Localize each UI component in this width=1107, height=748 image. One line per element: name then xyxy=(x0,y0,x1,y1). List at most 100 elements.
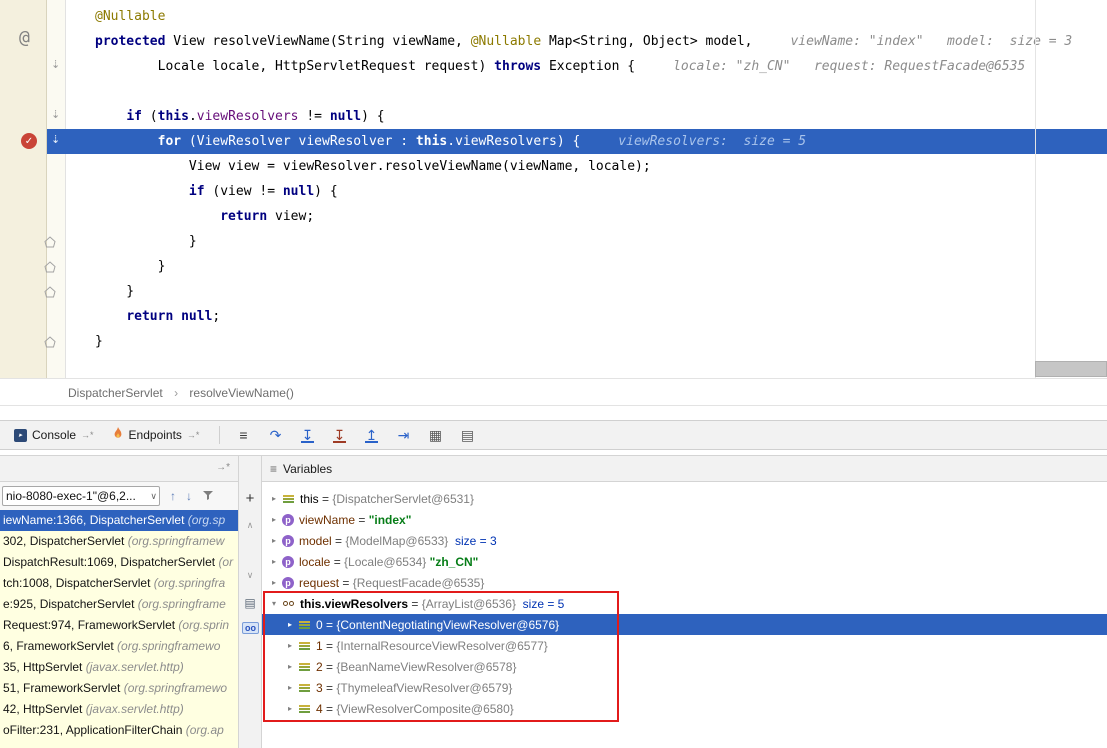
expand-arrow-icon[interactable]: ▸ xyxy=(284,641,296,650)
tab-endpoints[interactable]: Endpoints →* xyxy=(106,423,206,447)
variable-row[interactable]: ▸2 = {BeanNameViewResolver@6578} xyxy=(262,656,1107,677)
variable-row[interactable]: ▸1 = {InternalResourceViewResolver@6577} xyxy=(262,635,1107,656)
expand-arrow-icon[interactable]: ▸ xyxy=(268,536,280,545)
code-line[interactable]: if (this.viewResolvers != null) { xyxy=(47,104,1107,129)
code-segment: View resolveViewName(String viewName, xyxy=(165,34,470,49)
variable-row[interactable]: ▸3 = {ThymeleafViewResolver@6579} xyxy=(262,677,1107,698)
stack-frame-row[interactable]: 42, HttpServlet (javax.servlet.http) xyxy=(0,699,238,720)
variable-row[interactable]: ▾this.viewResolvers = {ArrayList@6536} s… xyxy=(262,593,1107,614)
expand-arrow-icon[interactable]: ▸ xyxy=(268,494,280,503)
expand-arrow-icon[interactable]: ▸ xyxy=(284,662,296,671)
run-to-cursor-icon[interactable]: ⇥ xyxy=(394,427,412,444)
expand-arrow-icon[interactable]: ▸ xyxy=(284,683,296,692)
code-line[interactable]: return view; xyxy=(47,204,1107,229)
fold-arrow-icon[interactable]: ⇣ xyxy=(51,108,60,121)
scroll-down-icon[interactable]: ∨ xyxy=(239,570,261,581)
frame-package: (javax.servlet.http) xyxy=(86,660,184,674)
run-to-cursor-icon: ⇥ xyxy=(398,427,410,443)
code-segment: View view = viewResolver.resolveViewName… xyxy=(95,159,651,174)
code-line[interactable]: } xyxy=(47,229,1107,254)
add-watch-icon[interactable]: + xyxy=(239,490,261,507)
next-frame-icon[interactable]: ↓ xyxy=(186,489,192,503)
equals-sign: = xyxy=(330,555,344,569)
copy-stack-icon[interactable]: ▤ xyxy=(239,596,261,610)
force-step-into-icon[interactable]: ↧ xyxy=(330,427,348,443)
step-over-icon[interactable]: ↷ xyxy=(266,427,284,444)
variable-row[interactable]: ▸prequest = {RequestFacade@6535} xyxy=(262,572,1107,593)
breadcrumb-item[interactable]: DispatcherServlet xyxy=(68,386,163,400)
frame-package: (org.sp xyxy=(188,513,225,527)
stack-frame-row[interactable]: iewName:1366, DispatcherServlet (org.sp xyxy=(0,510,238,531)
previous-frame-icon[interactable]: ↑ xyxy=(170,489,176,503)
code-editor[interactable]: @ @Nullableprotected View resolveViewNam… xyxy=(0,0,1107,378)
expand-arrow-icon[interactable]: ▸ xyxy=(268,515,280,524)
code-line[interactable]: return null; xyxy=(47,304,1107,329)
jump-to-source-icon[interactable]: →* xyxy=(81,430,94,440)
code-line[interactable]: if (view != null) { xyxy=(47,179,1107,204)
thread-selector[interactable]: nio-8080-exec-1"@6,2... ∨ xyxy=(2,486,160,506)
stack-frame-row[interactable]: 35, HttpServlet (javax.servlet.http) xyxy=(0,657,238,678)
variable-row[interactable]: ▸pviewName = "index" xyxy=(262,509,1107,530)
code-segment: . xyxy=(189,109,197,124)
variable-size: size = 5 xyxy=(516,597,564,611)
variable-row[interactable]: ▸0 = {ContentNegotiatingViewResolver@657… xyxy=(262,614,1107,635)
show-watches-icon[interactable]: oo xyxy=(242,622,259,634)
code-segment: this xyxy=(416,134,447,149)
stack-frame-row[interactable]: 6, FrameworkServlet (org.springframewo xyxy=(0,636,238,657)
expand-arrow-icon[interactable]: ▾ xyxy=(268,599,280,608)
stack-frame-row[interactable]: oFilter:231, ApplicationFilterChain (org… xyxy=(0,720,238,741)
variable-row[interactable]: ▸pmodel = {ModelMap@6533} size = 3 xyxy=(262,530,1107,551)
code-line[interactable]: protected View resolveViewName(String vi… xyxy=(47,29,1107,54)
thread-selector-value: nio-8080-exec-1"@6,2... xyxy=(6,489,136,503)
frames-list: iewName:1366, DispatcherServlet (org.sp3… xyxy=(0,510,238,748)
code-line[interactable]: for (ViewResolver viewResolver : this.vi… xyxy=(47,129,1107,154)
step-out-icon[interactable]: ↥ xyxy=(362,427,380,443)
scroll-up-icon[interactable]: ∧ xyxy=(239,520,261,531)
code-line[interactable] xyxy=(47,79,1107,104)
code-line[interactable]: @Nullable xyxy=(47,4,1107,29)
fold-arrow-icon[interactable]: ⇣ xyxy=(51,58,60,71)
stack-frame-row[interactable]: DispatchResult:1069, DispatcherServlet (… xyxy=(0,552,238,573)
view-breakpoints-icon[interactable]: ▦ xyxy=(426,427,444,444)
variables-panel: ≡ Variables ▸this = {DispatcherServlet@6… xyxy=(262,456,1107,748)
value-icon xyxy=(298,618,311,631)
code-segment: throws xyxy=(494,59,541,74)
code-line[interactable]: View view = viewResolver.resolveViewName… xyxy=(47,154,1107,179)
variable-name: this xyxy=(300,492,319,506)
variable-row[interactable]: ▸this = {DispatcherServlet@6531} xyxy=(262,488,1107,509)
code-segment: viewResolvers xyxy=(197,109,299,124)
menu-icon[interactable]: ≡ xyxy=(270,462,277,476)
step-into-icon[interactable]: ↧ xyxy=(298,427,316,443)
expand-arrow-icon[interactable]: ▸ xyxy=(284,704,296,713)
expand-arrow-icon[interactable]: ▸ xyxy=(284,620,296,629)
code-line[interactable]: } xyxy=(47,254,1107,279)
frame-location: 35, HttpServlet xyxy=(3,660,86,674)
stack-frame-row[interactable]: e:925, DispatcherServlet (org.springfram… xyxy=(0,594,238,615)
variable-row[interactable]: ▸4 = {ViewResolverComposite@6580} xyxy=(262,698,1107,719)
jump-to-source-icon[interactable]: →* xyxy=(187,430,200,440)
stack-frame-row[interactable]: Request:974, FrameworkServlet (org.sprin xyxy=(0,615,238,636)
value-icon xyxy=(298,639,311,652)
variable-row[interactable]: ▸plocale = {Locale@6534} "zh_CN" xyxy=(262,551,1107,572)
code-line[interactable]: } xyxy=(47,329,1107,354)
code-segment: ) { xyxy=(557,134,580,149)
variable-name: model xyxy=(299,534,332,548)
menu-icon[interactable]: ≡ xyxy=(234,427,252,443)
breadcrumb-item[interactable]: resolveViewName() xyxy=(189,386,293,400)
stack-frame-row[interactable]: tch:1008, DispatcherServlet (org.springf… xyxy=(0,573,238,594)
breakpoint-icon[interactable]: ✓ xyxy=(21,133,37,149)
stack-frame-row[interactable]: 302, DispatcherServlet (org.springframew xyxy=(0,531,238,552)
fold-arrow-icon[interactable]: ⇣ xyxy=(51,133,60,146)
filter-icon[interactable] xyxy=(202,489,214,504)
expand-arrow-icon[interactable]: ▸ xyxy=(268,578,280,587)
code-line[interactable]: Locale locale, HttpServletRequest reques… xyxy=(47,54,1107,79)
tab-console[interactable]: ▸ Console →* xyxy=(8,423,100,447)
stack-frame-row[interactable]: 51, FrameworkServlet (org.springframewo xyxy=(0,678,238,699)
layout-settings-icon[interactable]: ▤ xyxy=(458,427,476,444)
expand-arrow-icon[interactable]: ▸ xyxy=(268,557,280,566)
variable-name: 4 xyxy=(316,702,323,716)
debug-step-icons: ≡ ↷ ↧ ↧ ↥ ⇥ ▦ ▤ xyxy=(234,427,476,444)
code-line[interactable]: } xyxy=(47,279,1107,304)
editor-scrollbar-thumb[interactable] xyxy=(1035,361,1107,377)
pin-icon[interactable]: →* xyxy=(216,462,230,473)
